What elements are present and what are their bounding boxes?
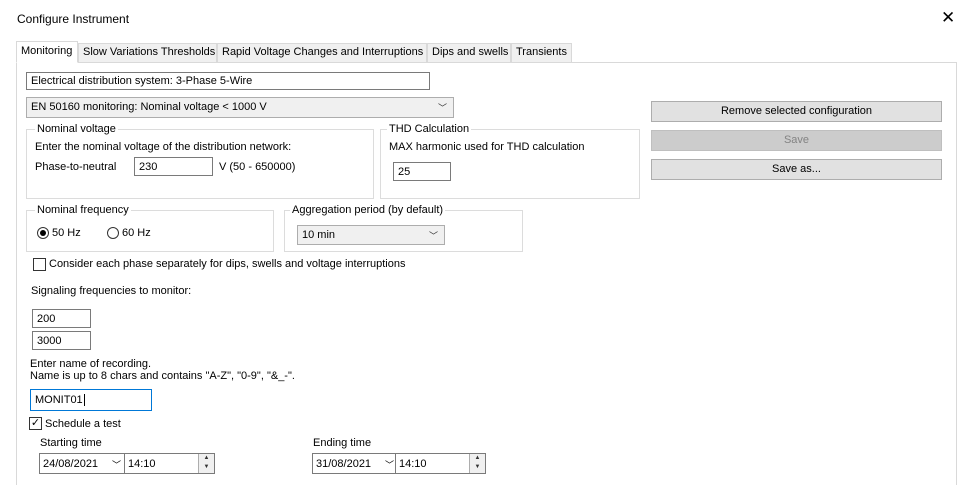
radio-selected-dot xyxy=(40,230,46,236)
ending-time-label: Ending time xyxy=(313,437,372,449)
en50160-select[interactable]: EN 50160 monitoring: Nominal voltage < 1… xyxy=(26,97,454,118)
spin-up-icon[interactable]: ▲ xyxy=(199,454,214,463)
recording-instruction-1: Enter name of recording. xyxy=(30,358,152,370)
save-button[interactable]: Save xyxy=(651,130,942,151)
tab-panel xyxy=(16,62,957,485)
spin-down-icon[interactable]: ▼ xyxy=(199,463,214,472)
nominal-frequency-legend: Nominal frequency xyxy=(35,204,131,216)
aggregation-select[interactable]: 10 min ﹀ xyxy=(297,225,445,245)
consider-phases-label: Consider each phase separately for dips,… xyxy=(49,258,406,270)
starting-time-label: Starting time xyxy=(40,437,102,449)
thd-label: MAX harmonic used for THD calculation xyxy=(389,141,585,153)
radio-60hz-label: 60 Hz xyxy=(122,227,151,239)
signaling-label: Signaling frequencies to monitor: xyxy=(31,285,192,297)
schedule-checkbox[interactable]: ✓ xyxy=(29,417,42,430)
consider-phases-checkbox[interactable] xyxy=(33,258,46,271)
chevron-down-icon: ﹀ xyxy=(437,103,447,113)
thd-legend: THD Calculation xyxy=(387,123,472,135)
spin-down-icon[interactable]: ▼ xyxy=(470,463,485,472)
start-date-value: 24/08/2021 xyxy=(43,458,99,470)
nominal-voltage-input[interactable]: 230 xyxy=(134,157,213,176)
recording-instruction-2: Name is up to 8 chars and contains "A-Z"… xyxy=(30,370,295,382)
signaling-frequency-input-2[interactable]: 3000 xyxy=(32,331,91,350)
spin-up-icon[interactable]: ▲ xyxy=(470,454,485,463)
aggregation-select-value: 10 min xyxy=(302,229,336,241)
recording-name-input[interactable]: MONIT01 xyxy=(30,389,152,411)
tab-rapid-voltage[interactable]: Rapid Voltage Changes and Interruptions xyxy=(217,43,427,63)
tab-transients[interactable]: Transients xyxy=(511,43,572,63)
start-time-spinner[interactable]: ▲ ▼ xyxy=(198,454,214,473)
nominal-voltage-range: V (50 - 650000) xyxy=(219,161,296,173)
tab-dips-swells[interactable]: Dips and swells xyxy=(427,43,511,63)
tab-slow-variations[interactable]: Slow Variations Thresholds xyxy=(78,43,217,63)
close-icon[interactable]: ✕ xyxy=(941,8,955,28)
end-date-picker[interactable]: 31/08/2021 ﹀ xyxy=(312,453,398,474)
start-date-picker[interactable]: 24/08/2021 ﹀ xyxy=(39,453,125,474)
chevron-down-icon: ﹀ xyxy=(385,460,395,470)
radio-50hz-label: 50 Hz xyxy=(52,227,81,239)
end-time-picker[interactable]: 14:10 ▲ ▼ xyxy=(395,453,486,474)
signaling-frequency-input-1[interactable]: 200 xyxy=(32,309,91,328)
distribution-system-field[interactable]: Electrical distribution system: 3-Phase … xyxy=(26,72,430,90)
start-time-value: 14:10 xyxy=(128,458,156,470)
end-time-spinner[interactable]: ▲ ▼ xyxy=(469,454,485,473)
chevron-down-icon: ﹀ xyxy=(112,460,122,470)
nominal-voltage-instruction: Enter the nominal voltage of the distrib… xyxy=(35,141,292,153)
start-time-picker[interactable]: 14:10 ▲ ▼ xyxy=(124,453,215,474)
en50160-select-value: EN 50160 monitoring: Nominal voltage < 1… xyxy=(31,101,267,113)
end-time-value: 14:10 xyxy=(399,458,427,470)
radio-60hz[interactable] xyxy=(107,227,119,239)
end-date-value: 31/08/2021 xyxy=(316,458,372,470)
aggregation-legend: Aggregation period (by default) xyxy=(290,204,446,216)
recording-name-value: MONIT01 xyxy=(35,394,83,406)
window-title: Configure Instrument xyxy=(17,12,130,26)
chevron-down-icon: ﹀ xyxy=(428,231,438,241)
schedule-label: Schedule a test xyxy=(45,418,121,430)
nominal-voltage-legend: Nominal voltage xyxy=(35,123,118,135)
save-as-button[interactable]: Save as... xyxy=(651,159,942,180)
radio-50hz[interactable] xyxy=(37,227,49,239)
phase-to-neutral-label: Phase-to-neutral xyxy=(35,161,117,173)
text-cursor xyxy=(83,394,85,407)
remove-configuration-button[interactable]: Remove selected configuration xyxy=(651,101,942,122)
thd-input[interactable]: 25 xyxy=(393,162,451,181)
tab-monitoring[interactable]: Monitoring xyxy=(16,41,78,63)
